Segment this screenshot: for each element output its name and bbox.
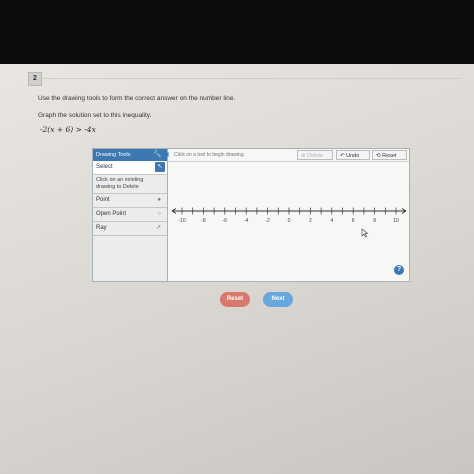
next-button[interactable]: Next [263,292,293,307]
cursor-arrow-icon: ↖ [155,162,165,172]
collapse-arrow-icon[interactable]: ◀ [164,151,169,158]
tool-open-point[interactable]: Open Point ○ [93,208,167,222]
undo-button[interactable]: ↶ Undo [336,150,370,160]
wrench-icon: 🔧 [153,151,162,158]
tick-label: 8 [373,218,376,224]
canvas-hint: Click on a tool to begin drawing. [174,152,245,158]
open-point-icon: ○ [157,211,161,217]
tool-point[interactable]: Point ● [93,194,167,208]
help-icon[interactable]: ? [394,265,404,275]
mouse-cursor-icon [361,228,369,238]
drawing-canvas[interactable]: ◀ Click on a tool to begin drawing. ⊗ De… [164,149,409,281]
tick-label: -4 [244,218,249,224]
tool-ray-label: Ray [96,225,107,231]
question-number: 2 [28,72,42,86]
delete-hint: Click on an existing drawing to Delete [93,175,167,194]
closed-point-icon: ● [157,197,161,203]
tick-label: 2 [309,218,312,224]
tick-label: 4 [330,218,333,224]
prompt-text: Graph the solution set to this inequalit… [38,112,152,119]
delete-button[interactable]: ⊗ Delete [297,150,333,160]
tick-label: -8 [201,218,206,224]
canvas-toolbar: ◀ Click on a tool to begin drawing. ⊗ De… [164,149,409,162]
delete-icon: ⊗ [301,153,306,159]
instruction-text: Use the drawing tools to form the correc… [38,95,236,102]
tick-label: -10 [178,218,185,224]
graphing-widget: Drawing Tools 🔧 Select ↖ Click on an exi… [92,148,410,282]
tick-label: 6 [352,218,355,224]
screen: 2 Use the drawing tools to form the corr… [0,64,474,474]
canvas-reset-label: Reset [382,153,397,159]
reset-button[interactable]: Reset [220,292,250,307]
tool-point-label: Point [96,197,110,203]
tool-select[interactable]: Select ↖ [93,161,167,175]
canvas-reset-button[interactable]: ⟲ Reset [372,150,407,160]
delete-hint-line1: Click on an existing [96,177,144,183]
tick-label: -2 [265,218,270,224]
reset-icon: ⟲ [376,153,381,159]
delete-label: Delete [307,153,324,159]
ray-icon: ↗ [155,225,161,231]
delete-hint-line2: drawing to Delete [96,184,139,190]
undo-label: Undo [346,153,360,159]
tool-select-label: Select [96,164,113,170]
undo-icon: ↶ [340,153,345,159]
tick-label: 10 [393,218,399,224]
tool-ray[interactable]: Ray ↗ [93,222,167,236]
drawing-tools-title: Drawing Tools [96,152,131,158]
tick-label: 0 [288,218,291,224]
drawing-tools-panel: Drawing Tools 🔧 Select ↖ Click on an exi… [93,149,168,281]
drawing-tools-header: Drawing Tools 🔧 [93,149,167,161]
inequality: -2(x + 6) > -4x [40,125,96,134]
tool-open-point-label: Open Point [96,211,127,217]
number-line[interactable]: -10 -8 -6 -4 -2 0 2 4 6 8 10 [168,201,409,231]
divider [42,78,462,79]
tick-label: -6 [223,218,228,224]
